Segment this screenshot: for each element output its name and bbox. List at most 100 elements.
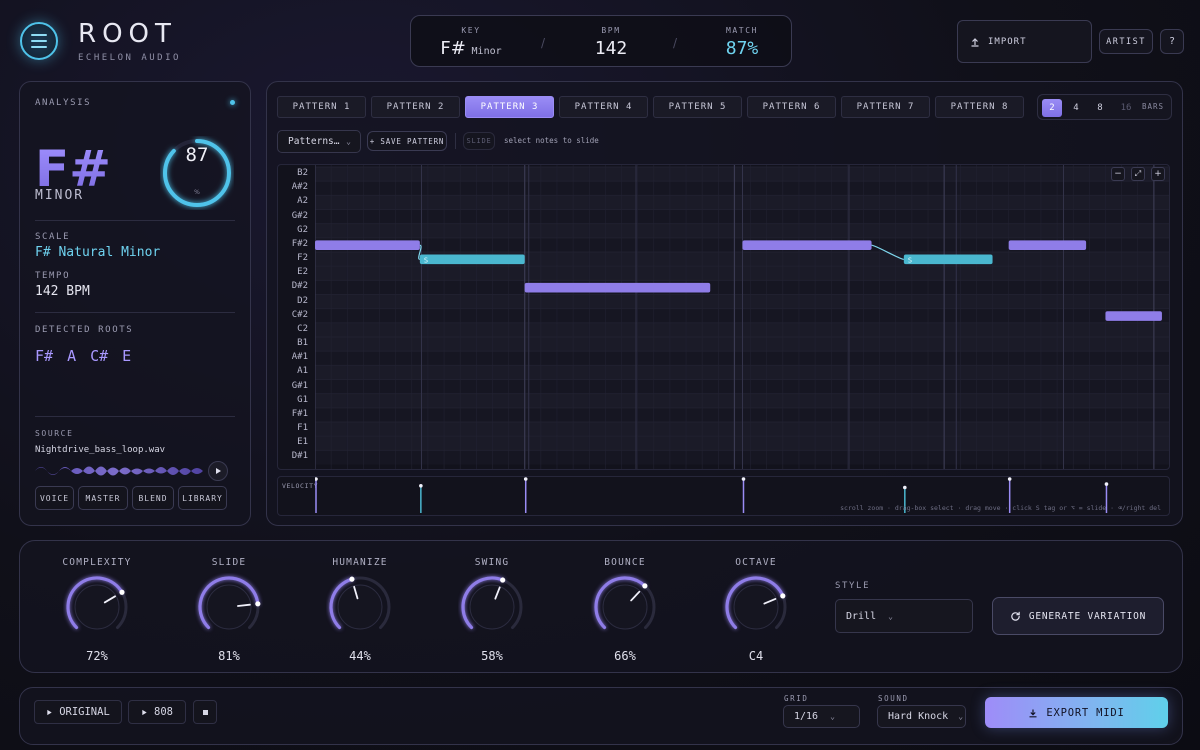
velocity-handle[interactable] (741, 477, 746, 481)
slide-button[interactable]: SLIDE (463, 132, 495, 150)
velocity-handle[interactable] (523, 477, 528, 481)
midi-note[interactable] (1105, 311, 1162, 321)
pattern-tab-label: PATTERN 5 (668, 102, 727, 112)
knob-dial[interactable] (458, 573, 526, 641)
midi-note[interactable] (742, 240, 872, 251)
artist-button[interactable]: ARTIST (1099, 29, 1153, 54)
play-original-button[interactable]: ORIGINAL (34, 700, 122, 724)
pattern-tab-4[interactable]: PATTERN 4 (559, 96, 648, 118)
sound-value: Hard Knock (888, 711, 949, 722)
pattern-tab-6[interactable]: PATTERN 6 (747, 96, 836, 118)
velocity-lane[interactable]: VELOCITY scroll zoom · drag-box select ·… (277, 476, 1170, 516)
velocity-handle[interactable] (315, 477, 318, 481)
note-grid[interactable]: SS (315, 165, 1170, 470)
piano-key-label: A2 (297, 196, 308, 207)
knob-value: 58% (481, 649, 503, 663)
play-source-button[interactable] (208, 461, 228, 481)
sound-dropdown[interactable]: Hard Knock ⌄ (877, 705, 966, 728)
save-pattern-button[interactable]: + SAVE PATTERN (367, 131, 447, 151)
knob-dial[interactable] (591, 573, 659, 641)
import-label: IMPORT (988, 36, 1027, 47)
app-title: ROOT (78, 19, 177, 49)
chevron-down-icon: ⌄ (888, 611, 893, 621)
import-button[interactable]: IMPORT (957, 20, 1092, 63)
knob-octave[interactable]: OCTAVE C4 (696, 541, 816, 671)
bars-option-16[interactable]: 16 (1116, 99, 1136, 117)
piano-key-label: C#2 (291, 309, 308, 320)
zoom-out-button[interactable]: − (1111, 167, 1125, 181)
midi-note[interactable] (315, 240, 420, 251)
knob-dial[interactable] (722, 573, 790, 641)
tempo-label: TEMPO (35, 271, 71, 281)
slide-tag[interactable]: S (908, 257, 912, 265)
waveform[interactable] (35, 460, 235, 482)
key-mode: Minor (471, 46, 502, 57)
pattern-tab-label: PATTERN 7 (856, 102, 915, 112)
pattern-tab-3[interactable]: PATTERN 3 (465, 96, 554, 118)
detected-roots-list: F# A C# E (35, 347, 131, 365)
blend-button[interactable]: BLEND (132, 486, 174, 510)
bars-selector: 2 4 8 16 BARS (1037, 94, 1172, 120)
midi-note[interactable] (524, 282, 711, 293)
pattern-tab-2[interactable]: PATTERN 2 (371, 96, 460, 118)
bars-option-4[interactable]: 4 (1066, 99, 1086, 117)
pattern-tab-1[interactable]: PATTERN 1 (277, 96, 366, 118)
menu-line-icon (31, 34, 47, 36)
play-808-button[interactable]: 808 (128, 700, 186, 724)
upload-icon (971, 37, 979, 47)
knob-swing[interactable]: SWING 58% (432, 541, 552, 671)
velocity-handle[interactable] (1007, 477, 1012, 481)
match-label: MATCH (725, 26, 759, 35)
library-button[interactable]: LIBRARY (178, 486, 227, 510)
velocity-handle[interactable] (1104, 482, 1109, 486)
pattern-tab-8[interactable]: PATTERN 8 (935, 96, 1024, 118)
knob-label: COMPLEXITY (62, 557, 132, 568)
slide-tag[interactable]: S (424, 257, 428, 265)
patterns-dropdown[interactable]: Patterns… ⌄ (277, 130, 361, 153)
knob-dial[interactable] (195, 573, 263, 641)
midi-note[interactable] (1008, 240, 1087, 251)
style-dropdown[interactable]: Drill ⌄ (835, 599, 973, 633)
bars-option-8[interactable]: 8 (1090, 99, 1110, 117)
chip-label: LIBRARY (182, 493, 223, 503)
tempo-value: 142 BPM (35, 284, 90, 299)
zoom-in-button[interactable]: + (1151, 167, 1165, 181)
pattern-tab-7[interactable]: PATTERN 7 (841, 96, 930, 118)
piano-roll[interactable]: B2 A#2 A2 G#2 G2 F#2 F2 E2 D#2 D2 C#2 C2 B1 A#1 A1 G#1 G… (277, 164, 1170, 470)
root-note: C# (90, 347, 109, 365)
bars-option-label: 4 (1073, 103, 1079, 113)
knob-dial[interactable] (326, 573, 394, 641)
midi-note[interactable] (903, 254, 993, 265)
export-midi-button[interactable]: EXPORT MIDI (985, 697, 1168, 728)
generate-variation-label: GENERATE VARIATION (1028, 610, 1147, 622)
knob-slide[interactable]: SLIDE 81% (169, 541, 289, 671)
pattern-tab-label: PATTERN 8 (950, 102, 1009, 112)
grid-dropdown[interactable]: 1/16 ⌄ (783, 705, 860, 728)
key-note: F# (440, 38, 466, 59)
master-button[interactable]: MASTER (78, 486, 128, 510)
stop-button[interactable] (193, 700, 217, 724)
piano-key-label: E2 (297, 267, 308, 278)
match-readout: MATCH 87% (682, 16, 802, 68)
chevron-down-icon: ⌄ (958, 712, 964, 721)
zoom-fit-button[interactable]: ⤢ (1131, 167, 1145, 181)
knob-bounce[interactable]: BOUNCE 66% (565, 541, 685, 671)
generate-variation-button[interactable]: GENERATE VARIATION (992, 597, 1164, 635)
controls-panel: COMPLEXITY 72% SLIDE 81% HUMANIZE 44% SWING 58%… (19, 540, 1183, 673)
menu-button[interactable] (20, 22, 58, 60)
pattern-tab-label: PATTERN 4 (574, 102, 633, 112)
knob-humanize[interactable]: HUMANIZE 44% (300, 541, 420, 671)
knob-complexity[interactable]: COMPLEXITY 72% (37, 541, 157, 671)
knob-label: SWING (474, 557, 510, 568)
velocity-handle[interactable] (903, 485, 907, 490)
velocity-handle[interactable] (419, 484, 423, 488)
pattern-tab-5[interactable]: PATTERN 5 (653, 96, 742, 118)
match-value: 87% (725, 38, 759, 59)
bars-option-2[interactable]: 2 (1042, 99, 1062, 117)
knob-dial[interactable] (63, 573, 131, 641)
midi-note[interactable] (419, 254, 525, 265)
piano-key-label: A1 (297, 366, 308, 377)
help-button[interactable]: ? (1160, 29, 1184, 54)
voice-button[interactable]: VOICE (35, 486, 74, 510)
knob-value: 66% (614, 649, 636, 663)
